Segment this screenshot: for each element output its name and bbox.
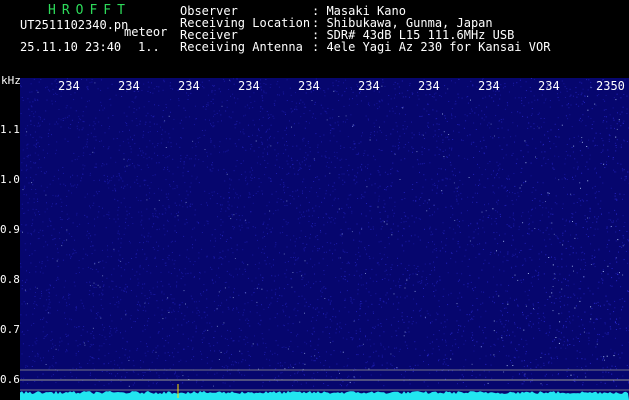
x-tick-label: 234 xyxy=(178,79,200,93)
x-tick-label: 2350 xyxy=(596,79,625,93)
y-tick-label: 0.6 xyxy=(0,373,20,386)
unit-label: kHz xyxy=(1,74,21,87)
x-tick-label: 234 xyxy=(478,79,500,93)
datetime-label: 25.11.10 23:40 xyxy=(20,40,122,54)
x-tick-label: 234 xyxy=(118,79,140,93)
x-tick-label: 234 xyxy=(298,79,320,93)
spectrogram-plot xyxy=(20,78,629,400)
x-tick-label: 234 xyxy=(358,79,380,93)
filename-label: UT2511102340.pn xyxy=(20,18,129,32)
counter-label: 1.. xyxy=(138,40,160,54)
tag-label: meteor xyxy=(124,25,168,39)
y-tick-label: 0.9 xyxy=(0,223,20,236)
info-label-antenna: Receiving Antenna xyxy=(180,40,303,54)
y-tick-label: 1.1 xyxy=(0,123,20,136)
header-panel: HROFFT UT2511102340.pn meteor 25.11.10 2… xyxy=(0,0,629,74)
info-value-antenna: : 4ele Yagi Az 230 for Kansai VOR xyxy=(312,40,551,54)
y-tick-label: 0.8 xyxy=(0,273,20,286)
x-tick-label: 234 xyxy=(418,79,440,93)
brand-title: HROFFT xyxy=(48,3,131,18)
x-tick-label: 234 xyxy=(538,79,560,93)
x-tick-label: 234 xyxy=(58,79,80,93)
y-tick-label: 1.0 xyxy=(0,173,20,186)
y-tick-label: 0.7 xyxy=(0,323,20,336)
spectrogram-canvas xyxy=(20,78,629,400)
x-tick-label: 234 xyxy=(238,79,260,93)
